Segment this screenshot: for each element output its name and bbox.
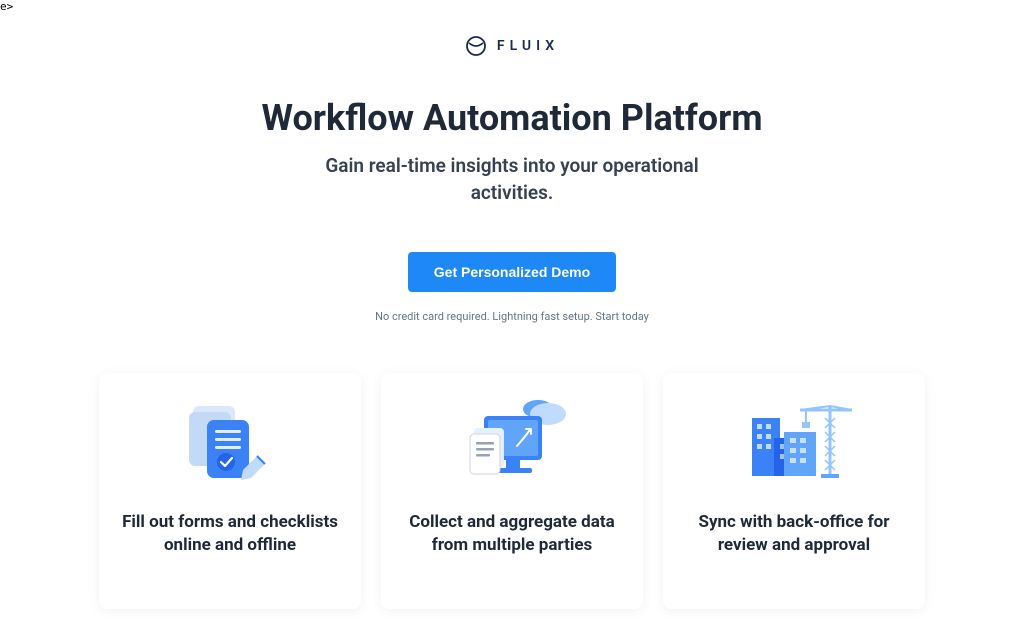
- feature-card-forms: Fill out forms and checklists online and…: [99, 373, 361, 609]
- hero-title: Workflow Automation Platform: [262, 97, 763, 139]
- card-title: Collect and aggregate data from multiple…: [399, 511, 625, 557]
- fluix-logo-icon: [465, 35, 487, 57]
- brand-logo[interactable]: FLUIX: [465, 35, 559, 57]
- cta-note: No credit card required. Lightning fast …: [375, 310, 649, 323]
- card-title: Sync with back-office for review and app…: [681, 511, 907, 557]
- brand-name: FLUIX: [497, 38, 559, 54]
- landing-page: FLUIX Workflow Automation Platform Gain …: [0, 0, 1024, 609]
- back-office-icon: [681, 393, 907, 493]
- data-aggregate-icon: [399, 393, 625, 493]
- card-title: Fill out forms and checklists online and…: [117, 511, 343, 557]
- hero-subtitle: Gain real-time insights into your operat…: [312, 153, 712, 206]
- forms-checklist-icon: [117, 393, 343, 493]
- feature-cards: Fill out forms and checklists online and…: [79, 373, 945, 609]
- stray-fragment: e>: [0, 0, 13, 13]
- feature-card-collect: Collect and aggregate data from multiple…: [381, 373, 643, 609]
- get-demo-button[interactable]: Get Personalized Demo: [408, 252, 616, 292]
- feature-card-sync: Sync with back-office for review and app…: [663, 373, 925, 609]
